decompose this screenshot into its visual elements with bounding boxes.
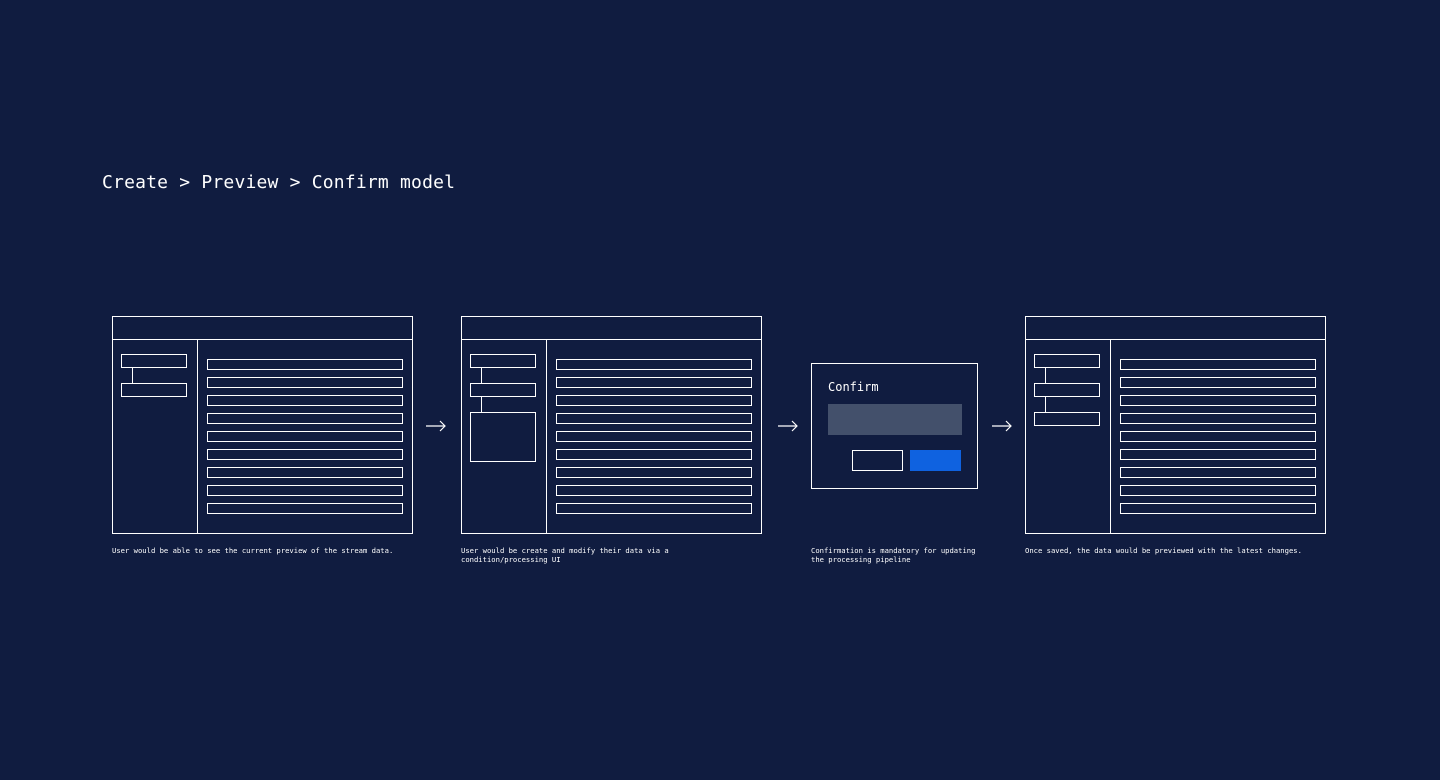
arrow-right-icon (778, 420, 798, 432)
wireframe-edit (461, 316, 762, 534)
data-row (1120, 377, 1316, 388)
node-connector (1045, 368, 1047, 383)
wireframe-sidebar (1026, 339, 1111, 533)
node-connector (481, 368, 483, 383)
step-caption: Confirmation is mandatory for updating t… (811, 546, 976, 564)
data-row (556, 485, 752, 496)
condition-node (1034, 412, 1100, 426)
data-row (207, 485, 403, 496)
confirm-dialog: Confirm (811, 363, 978, 489)
condition-node (470, 354, 536, 368)
arrow-right-icon (426, 420, 446, 432)
data-row (207, 413, 403, 424)
condition-node (121, 383, 187, 397)
wireframe-header (462, 317, 761, 340)
data-row (1120, 485, 1316, 496)
data-row (207, 359, 403, 370)
data-row (1120, 431, 1316, 442)
data-row (1120, 413, 1316, 424)
data-row (556, 395, 752, 406)
data-row (556, 503, 752, 514)
wireframe-sidebar (462, 339, 547, 533)
condition-node (470, 383, 536, 397)
data-row (207, 503, 403, 514)
data-row (1120, 395, 1316, 406)
node-connector (481, 397, 483, 412)
condition-node (1034, 383, 1100, 397)
data-row (207, 377, 403, 388)
data-row (207, 431, 403, 442)
data-row (207, 467, 403, 478)
data-row (207, 395, 403, 406)
step-caption: Once saved, the data would be previewed … (1025, 546, 1302, 555)
wireframe-sidebar (113, 339, 198, 533)
dialog-title: Confirm (828, 380, 879, 394)
data-row (556, 359, 752, 370)
data-row (556, 377, 752, 388)
node-connector (132, 368, 134, 383)
step-caption: User would be create and modify their da… (461, 546, 669, 564)
cancel-button[interactable] (852, 450, 903, 471)
wireframe-header (1026, 317, 1325, 340)
dialog-content-placeholder (828, 404, 962, 435)
condition-node (121, 354, 187, 368)
data-row (207, 449, 403, 460)
wireframe-updated-preview (1025, 316, 1326, 534)
confirm-button[interactable] (910, 450, 961, 471)
data-row (556, 413, 752, 424)
wireframe-header (113, 317, 412, 340)
data-row (556, 467, 752, 478)
data-row (1120, 503, 1316, 514)
data-row (1120, 449, 1316, 460)
data-row (1120, 467, 1316, 478)
step-caption: User would be able to see the current pr… (112, 546, 394, 555)
wireframe-preview (112, 316, 413, 534)
data-row (556, 449, 752, 460)
page-title: Create > Preview > Confirm model (102, 172, 456, 193)
arrow-right-icon (992, 420, 1012, 432)
data-row (556, 431, 752, 442)
data-row (1120, 359, 1316, 370)
processing-node (470, 412, 536, 462)
node-connector (1045, 397, 1047, 412)
condition-node (1034, 354, 1100, 368)
